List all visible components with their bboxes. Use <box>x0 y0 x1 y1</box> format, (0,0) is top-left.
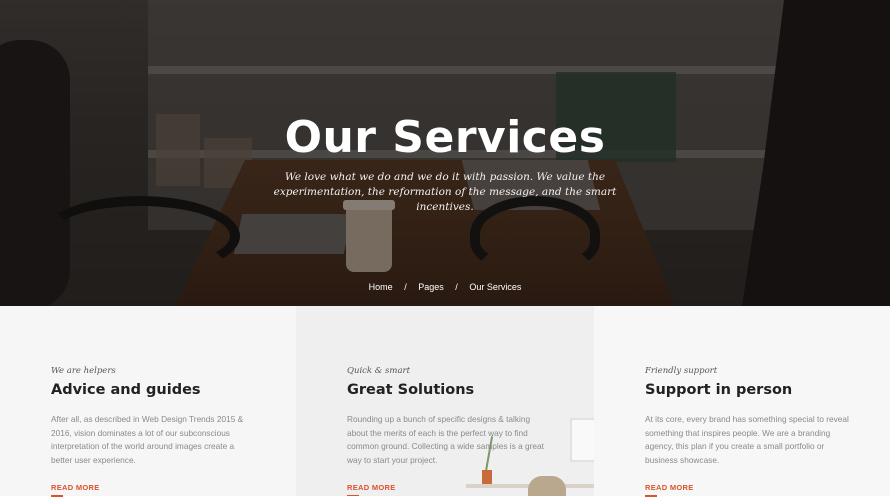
breadcrumb-pages-link[interactable]: Pages <box>418 282 444 292</box>
hero-banner: Our Services We love what we do and we d… <box>0 0 890 306</box>
breadcrumb-home-link[interactable]: Home <box>369 282 393 292</box>
service-tag: Friendly support <box>645 366 718 376</box>
service-tag: We are helpers <box>51 366 116 376</box>
wall-frame-image <box>570 418 594 462</box>
service-tag: Quick & smart <box>347 366 411 376</box>
service-title: Great Solutions <box>347 382 475 398</box>
service-description: Rounding up a bunch of specific designs … <box>347 414 544 465</box>
service-description: After all, as described in Web Design Tr… <box>51 414 244 465</box>
read-more-link[interactable]: READ MORE <box>347 483 396 496</box>
breadcrumb-separator: / <box>455 282 458 292</box>
breadcrumb: Home / Pages / Our Services <box>0 282 890 292</box>
service-card-solutions: Quick & smart Great Solutions Rounding u… <box>296 306 594 496</box>
page-title: Our Services <box>284 112 606 163</box>
service-card-support: Friendly support Support in person At it… <box>594 306 890 497</box>
service-title: Advice and guides <box>51 382 201 398</box>
plant-pot-image <box>482 470 492 484</box>
services-section: We are helpers Advice and guides After a… <box>0 306 890 497</box>
page-subtitle: We love what we do and we do it with pas… <box>273 171 617 213</box>
breadcrumb-separator: / <box>404 282 407 292</box>
service-description: At its core, every brand has something s… <box>645 414 849 465</box>
breadcrumb-current: Our Services <box>469 282 522 292</box>
service-card-advice: We are helpers Advice and guides After a… <box>0 306 296 497</box>
chair-image <box>528 476 566 496</box>
read-more-link[interactable]: READ MORE <box>645 483 694 497</box>
service-title: Support in person <box>645 382 793 398</box>
read-more-link[interactable]: READ MORE <box>51 483 100 497</box>
